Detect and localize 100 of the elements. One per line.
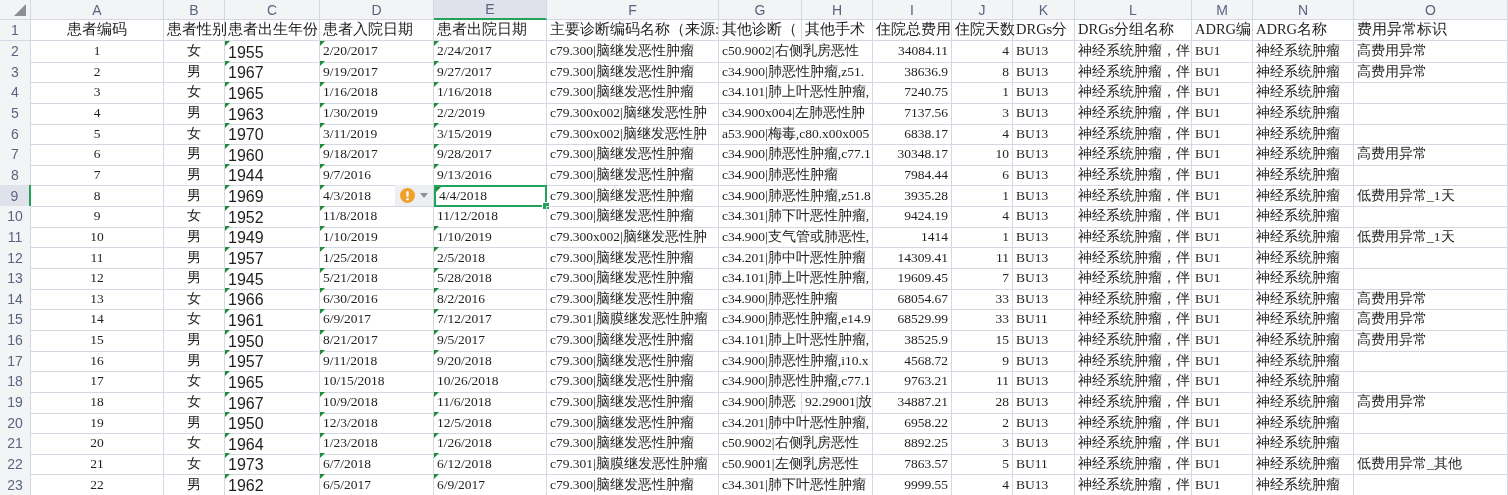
- empty-cell[interactable]: [1354, 432, 1508, 455]
- column-header[interactable]: C: [225, 0, 320, 20]
- cell-frame[interactable]: 1/16/2018: [434, 81, 547, 104]
- cell-frame[interactable]: 9/27/2017: [434, 61, 547, 84]
- row-header[interactable]: 15: [0, 308, 31, 331]
- row-header[interactable]: 14: [0, 288, 31, 311]
- cell-frame[interactable]: 3/15/2019: [434, 123, 547, 146]
- column-header[interactable]: K: [1013, 0, 1075, 20]
- empty-cell[interactable]: [1354, 123, 1508, 146]
- cell-text: 10: [90, 228, 104, 245]
- cell-frame[interactable]: 9/20/2018: [434, 350, 547, 373]
- empty-cell[interactable]: [1354, 205, 1508, 228]
- cell-text: 神经系统肿瘤: [1256, 145, 1340, 164]
- cell-frame[interactable]: 9/5/2017: [434, 329, 547, 352]
- row-header[interactable]: 10: [0, 205, 31, 228]
- cell-frame[interactable]: 12/5/2018: [434, 412, 547, 435]
- cell-frame[interactable]: 2/5/2018: [434, 247, 547, 270]
- cell-text: BU1: [1195, 63, 1221, 80]
- cell-frame[interactable]: 10/26/2018: [434, 370, 547, 393]
- column-header[interactable]: L: [1075, 0, 1192, 20]
- cell-frame[interactable]: 5/28/2018: [434, 267, 547, 290]
- cell-frame[interactable]: 9/28/2017: [434, 143, 547, 166]
- empty-cell[interactable]: [1354, 102, 1508, 125]
- cell-frame[interactable]: 2/24/2017: [434, 40, 547, 63]
- row-header[interactable]: 16: [0, 329, 31, 352]
- column-header[interactable]: B: [164, 0, 225, 20]
- cell-text: 神经系统肿瘤，伴: [1078, 475, 1190, 494]
- cell-text: 12/5/2018: [437, 414, 492, 431]
- cell-text: 女: [187, 393, 201, 412]
- row-header[interactable]: 11: [0, 226, 31, 249]
- row-header[interactable]: 12: [0, 247, 31, 270]
- cell-frame[interactable]: 1/10/2019: [434, 226, 547, 249]
- row-header[interactable]: 1: [0, 20, 31, 41]
- cell-text: 18: [90, 394, 104, 411]
- cell-frame[interactable]: 9/13/2016: [434, 164, 547, 187]
- empty-cell[interactable]: [1354, 412, 1508, 435]
- cell-frame[interactable]: 11/6/2018: [434, 391, 547, 414]
- row-header[interactable]: 13: [0, 267, 31, 290]
- column-header[interactable]: H: [802, 0, 873, 20]
- row-header[interactable]: 6: [0, 123, 31, 146]
- cell-text: 1957: [228, 353, 264, 372]
- fill-handle[interactable]: [542, 202, 550, 211]
- cell-frame[interactable]: 1/26/2018: [434, 432, 547, 455]
- selected-cell[interactable]: 4/4/2018: [434, 185, 547, 208]
- empty-cell[interactable]: [1354, 370, 1508, 393]
- cell-text: 神经系统肿瘤: [1256, 62, 1340, 81]
- cell-text: 高费用异常: [1357, 310, 1427, 329]
- row-header[interactable]: 20: [0, 412, 31, 435]
- cell-text: c79.300|脑继发恶性肿瘤: [550, 62, 694, 81]
- cell-text: BU1: [1195, 187, 1221, 204]
- row-header[interactable]: 4: [0, 81, 31, 104]
- column-header[interactable]: J: [952, 0, 1013, 20]
- cell-frame[interactable]: 6/9/2017: [434, 474, 547, 495]
- cell-frame[interactable]: 6/12/2018: [434, 453, 547, 476]
- row-header[interactable]: 18: [0, 370, 31, 393]
- row-header[interactable]: 22: [0, 453, 31, 476]
- row-header[interactable]: 17: [0, 350, 31, 373]
- table-cell: ADRG编: [1192, 20, 1253, 41]
- cell-text: 神经系统肿瘤: [1256, 393, 1340, 412]
- cell-text: BU13: [1016, 414, 1049, 431]
- empty-cell[interactable]: [1354, 267, 1508, 290]
- row-header[interactable]: 19: [0, 391, 31, 414]
- empty-cell[interactable]: [1354, 164, 1508, 187]
- empty-cell[interactable]: [1354, 247, 1508, 270]
- empty-cell[interactable]: [1354, 350, 1508, 373]
- cell-text: a53.900|梅毒,c80.x00x005: [722, 124, 870, 143]
- column-header[interactable]: D: [320, 0, 434, 20]
- cell-frame[interactable]: 8/2/2016: [434, 288, 547, 311]
- cell-text: 1/30/2019: [323, 105, 378, 122]
- cell-text: BU13: [1016, 352, 1049, 369]
- row-header[interactable]: 2: [0, 40, 31, 63]
- cell-text: 7984.44: [904, 167, 948, 183]
- cell-text: 5: [1002, 455, 1009, 472]
- column-header[interactable]: O: [1354, 0, 1508, 20]
- row-header[interactable]: 5: [0, 102, 31, 125]
- column-header[interactable]: A: [31, 0, 164, 20]
- row-header[interactable]: 3: [0, 61, 31, 84]
- empty-cell[interactable]: [1354, 81, 1508, 104]
- row-header[interactable]: 23: [0, 474, 31, 495]
- column-header[interactable]: E: [434, 0, 547, 20]
- cell-text: BU1: [1195, 414, 1221, 431]
- column-header[interactable]: F: [547, 0, 719, 20]
- column-header[interactable]: G: [719, 0, 802, 20]
- cell-text: 3935.28: [904, 187, 948, 204]
- row-header[interactable]: 21: [0, 432, 31, 455]
- column-header[interactable]: M: [1192, 0, 1253, 20]
- row-header[interactable]: 8: [0, 164, 31, 187]
- cell-frame[interactable]: 7/12/2017: [434, 308, 547, 331]
- cell-text: 1963: [228, 105, 264, 124]
- column-header[interactable]: N: [1253, 0, 1354, 20]
- cell-frame[interactable]: 2/2/2019: [434, 102, 547, 125]
- row-header[interactable]: 9: [0, 185, 31, 208]
- cell-text: BU13: [1016, 146, 1049, 163]
- warning-dropdown-button[interactable]: [395, 185, 433, 207]
- cell-frame[interactable]: 11/12/2018: [434, 205, 547, 228]
- cell-text: 女: [187, 434, 201, 453]
- select-all-corner[interactable]: [0, 0, 31, 20]
- cell-text: 8/2/2016: [437, 290, 485, 307]
- row-header[interactable]: 7: [0, 143, 31, 166]
- column-header[interactable]: I: [873, 0, 952, 20]
